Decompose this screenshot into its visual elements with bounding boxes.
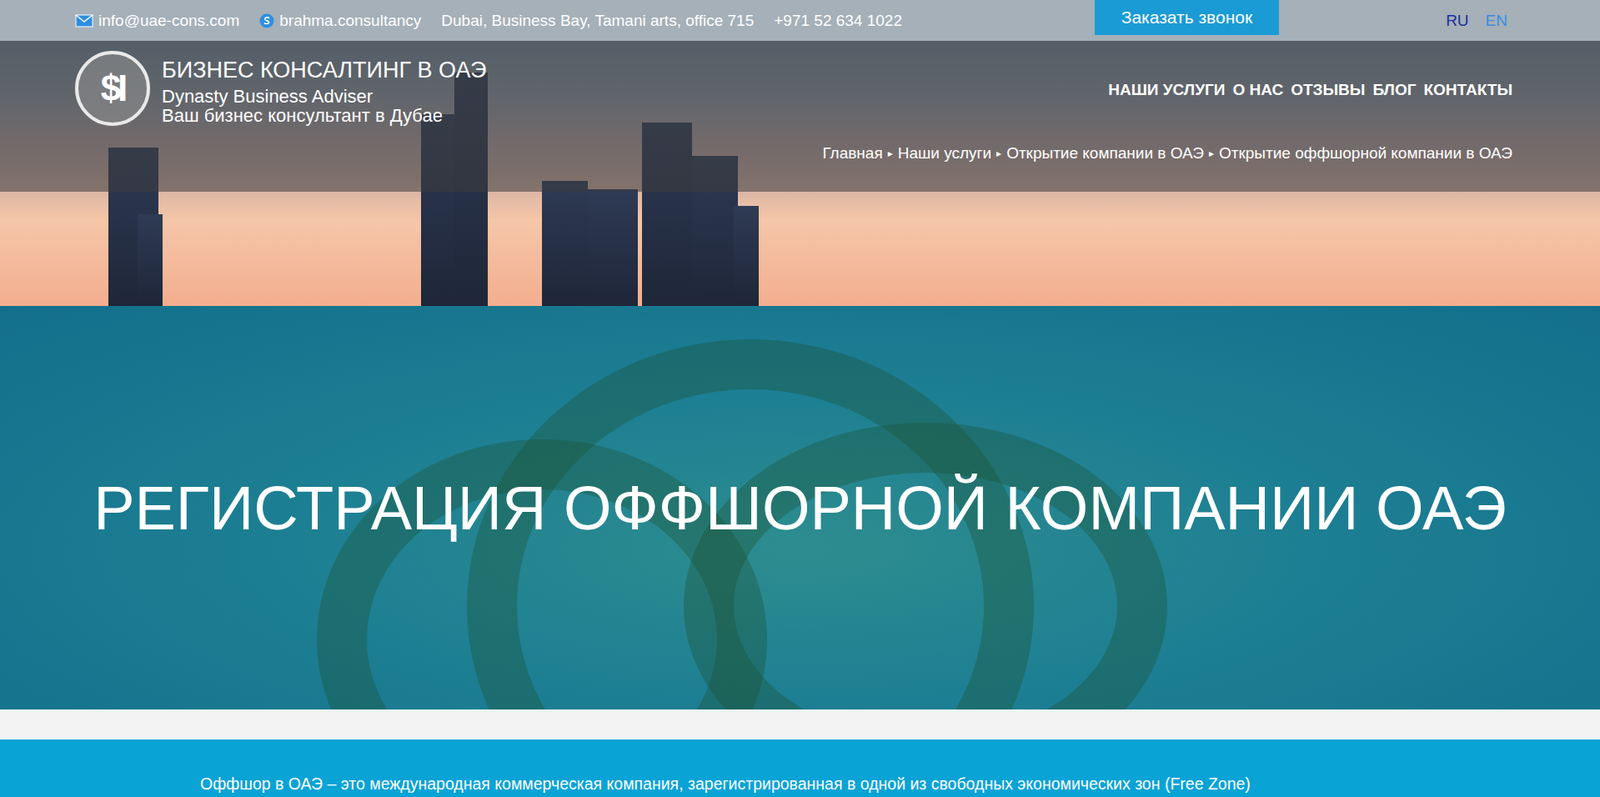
breadcrumb-item[interactable]: Главная: [822, 144, 883, 163]
callback-button[interactable]: Заказать звонок: [1094, 0, 1279, 36]
brand-name: Dynasty Business Adviser: [161, 86, 487, 106]
nav-column: НАШИ УСЛУГИ О НАС ОТЗЫВЫ БЛОГ КОНТАКТЫ Главна…: [822, 50, 1513, 192]
page-header: info@uae-cons.com brahma.consultancy Dubai…: [0, 0, 1600, 306]
menu-item[interactable]: КОНТАКТЫ: [1423, 80, 1513, 100]
breadcrumb-separator-icon: ▸: [996, 147, 1002, 160]
skype-contact[interactable]: brahma.consultancy: [259, 11, 422, 31]
phone-text[interactable]: +971 52 634 1022: [773, 11, 903, 31]
address-text: Dubai, Business Bay, Tamani arts, office…: [441, 11, 754, 31]
main-menu: НАШИ УСЛУГИ О НАС ОТЗЫВЫ БЛОГ КОНТАКТЫ: [1108, 80, 1513, 100]
breadcrumb-item[interactable]: Наши услуги: [897, 144, 992, 163]
skyline-building: [541, 180, 588, 306]
email-contact[interactable]: info@uae-cons.com: [75, 11, 240, 31]
skype-icon: [259, 13, 275, 29]
breadcrumb-separator-icon: ▸: [887, 147, 893, 160]
skyline-building: [137, 214, 163, 306]
language-option[interactable]: EN: [1485, 11, 1508, 31]
language-option[interactable]: RU: [1445, 11, 1469, 31]
intro-text: Оффшор в ОАЭ – это международная коммерч…: [200, 774, 1400, 794]
brand-tagline: Ваш бизнес консультант в Дубае: [161, 105, 487, 126]
skype-text[interactable]: brahma.consultancy: [279, 11, 422, 31]
menu-item[interactable]: НАШИ УСЛУГИ: [1108, 80, 1225, 100]
hero-title: РЕГИСТРАЦИЯ ОФФШОРНОЙ КОМПАНИИ ОАЭ: [93, 472, 1507, 544]
envelope-icon: [75, 14, 94, 28]
language-switch: RU EN: [1445, 11, 1508, 31]
breadcrumb-item[interactable]: Открытие компании в ОАЭ: [1006, 144, 1204, 163]
divider-strip: [0, 709, 1600, 740]
intro-section: Оффшор в ОАЭ – это международная коммерч…: [0, 739, 1600, 797]
brand[interactable]: $IБИЗНЕС КОНСАЛТИНГ В ОАЭDynasty Busines…: [75, 50, 487, 192]
hero-banner: РЕГИСТРАЦИЯ ОФФШОРНОЙ КОМПАНИИ ОАЭ: [0, 305, 1600, 710]
skyline-building: [587, 189, 638, 306]
hero-photo-shape: [683, 422, 1168, 710]
breadcrumb: Главная ▸ Наши услуги ▸ Открытие компании в …: [822, 144, 1513, 163]
navigation-bar: $IБИЗНЕС КОНСАЛТИНГ В ОАЭDynasty Busines…: [0, 40, 1600, 192]
menu-item[interactable]: БЛОГ: [1372, 80, 1416, 100]
top-bar: info@uae-cons.com brahma.consultancy Dubai…: [0, 0, 1600, 41]
breadcrumb-item: Открытие оффшорной компании в ОАЭ: [1218, 144, 1513, 163]
brand-text: БИЗНЕС КОНСАЛТИНГ В ОАЭDynasty Business …: [161, 50, 487, 126]
contacts: info@uae-cons.com brahma.consultancy Dubai…: [75, 11, 903, 31]
menu-item[interactable]: О НАС: [1232, 80, 1284, 100]
menu-item[interactable]: ОТЗЫВЫ: [1290, 80, 1365, 100]
email-text[interactable]: info@uae-cons.com: [98, 11, 240, 31]
logo[interactable]: $I: [75, 50, 151, 126]
brand-title: БИЗНЕС КОНСАЛТИНГ В ОАЭ: [161, 57, 487, 84]
breadcrumb-separator-icon: ▸: [1208, 147, 1214, 160]
skyline-building: [733, 205, 759, 306]
